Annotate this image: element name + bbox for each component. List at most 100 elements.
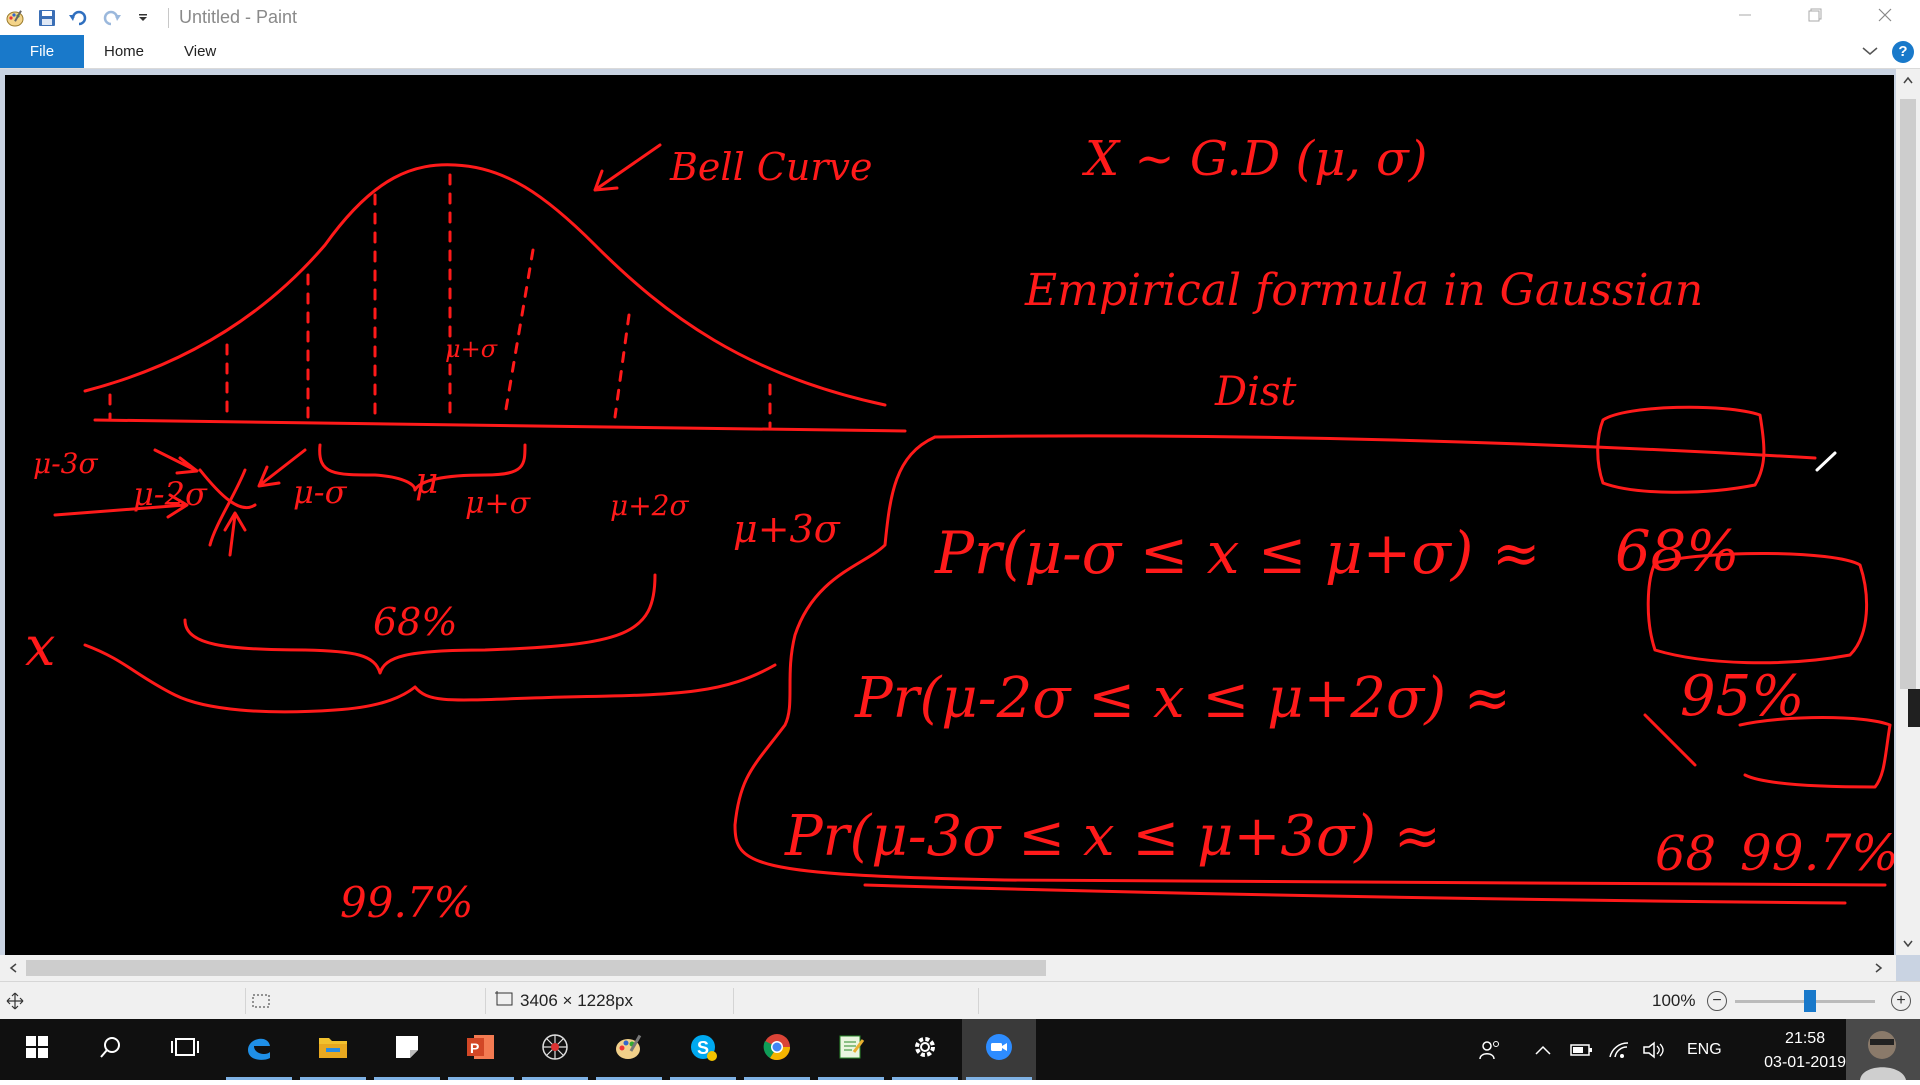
notepad-icon: [836, 1032, 866, 1067]
taskbar-clock[interactable]: 21:58 03-01-2019: [1764, 1027, 1846, 1075]
skype-icon: S: [688, 1032, 718, 1067]
gear-icon: [911, 1033, 939, 1066]
formula-3: Pr(μ-3σ ≤ x ≤ μ+3σ) ≈: [784, 804, 1441, 869]
workspace: Bell Curve X ~ G.D (μ, σ) Empirical form…: [0, 69, 1920, 981]
chrome-icon: [762, 1032, 792, 1067]
horizontal-scroll-thumb[interactable]: [26, 960, 1046, 976]
percent-68-label: 68%: [373, 600, 457, 644]
zoom-level: 100%: [1652, 991, 1696, 1010]
status-bar: 3406 × 1228px 100% − +: [0, 981, 1920, 1020]
status-divider: [733, 988, 734, 1014]
redo-icon[interactable]: [100, 7, 122, 29]
scroll-left-arrow[interactable]: [0, 955, 26, 981]
axis-label-mu-plus-2sigma: μ+2σ: [610, 489, 689, 522]
help-icon[interactable]: ?: [1892, 40, 1914, 63]
save-icon[interactable]: [36, 7, 58, 29]
task-view-button[interactable]: [148, 1019, 222, 1080]
taskbar-zoom[interactable]: [962, 1019, 1036, 1080]
ribbon-tabs: File Home View ?: [0, 35, 1920, 69]
image-size-icon: [494, 990, 514, 1013]
scroll-down-arrow[interactable]: [1896, 933, 1920, 955]
tab-home[interactable]: Home: [84, 35, 164, 68]
taskbar-paint[interactable]: [592, 1019, 666, 1080]
axis-label-mu: μ: [415, 461, 438, 502]
curve-baseline: [93, 418, 907, 433]
zoom-video-icon: [984, 1032, 1014, 1067]
status-divider: [978, 988, 979, 1014]
horizontal-scrollbar[interactable]: [0, 955, 1896, 981]
taskbar-settings[interactable]: [888, 1019, 962, 1080]
tab-view[interactable]: View: [164, 35, 236, 68]
taskbar-chrome[interactable]: [740, 1019, 814, 1080]
bell-curve: [83, 163, 887, 407]
chevron-down-icon[interactable]: [132, 7, 154, 29]
drawing-canvas[interactable]: Bell Curve X ~ G.D (μ, σ) Empirical form…: [5, 75, 1894, 955]
start-button[interactable]: [0, 1019, 74, 1080]
image-dimensions: 3406 × 1228px: [520, 991, 633, 1010]
formula-3-struck-value: 68: [1655, 826, 1716, 882]
clock-date: 03-01-2019: [1764, 1054, 1846, 1071]
x-variable-label: x: [25, 615, 55, 678]
taskbar-file-explorer[interactable]: [296, 1019, 370, 1080]
image-size-display: 3406 × 1228px: [494, 982, 633, 1020]
move-cursor-icon: [6, 982, 24, 1020]
scroll-right-arrow[interactable]: [1866, 955, 1892, 981]
paint-icon[interactable]: [4, 7, 26, 29]
chevron-up-icon[interactable]: [1862, 43, 1878, 61]
axis-label-mu-minus-sigma: μ-σ: [293, 473, 348, 511]
window-title: Untitled - Paint: [179, 7, 298, 27]
selection-size-icon: [250, 982, 272, 1020]
zoom-slider-thumb[interactable]: [1804, 990, 1816, 1012]
wifi-icon[interactable]: [1608, 1019, 1630, 1080]
powerpoint-icon: P: [466, 1032, 496, 1067]
tab-file[interactable]: File: [0, 35, 84, 68]
formula-1-result: 68%: [1615, 519, 1739, 584]
axis-label-mu-minus-3sigma: μ-3σ: [33, 447, 98, 480]
search-icon: [100, 1036, 122, 1063]
ribbon-right-controls: ?: [1862, 35, 1920, 68]
taskbar-powerpoint[interactable]: P: [444, 1019, 518, 1080]
people-icon[interactable]: [1478, 1019, 1502, 1080]
toolbar-separator: [168, 7, 169, 28]
axis-label-mu-minus-2sigma: μ-2σ: [133, 475, 208, 513]
axis-label-mu-plus-3sigma: μ+3σ: [733, 507, 841, 551]
close-icon: [1878, 8, 1892, 27]
side-panel-handle[interactable]: [1908, 689, 1920, 727]
restore-button[interactable]: [1780, 0, 1850, 35]
language-indicator[interactable]: ENG: [1687, 1019, 1722, 1080]
formula-2-result: 95%: [1680, 664, 1804, 729]
restore-icon: [1808, 8, 1822, 27]
window-controls: [1710, 0, 1920, 35]
chevron-up-tray-icon[interactable]: [1535, 1019, 1551, 1080]
distribution-notation: X ~ G.D (μ, σ): [1081, 131, 1427, 187]
scroll-up-arrow[interactable]: [1896, 69, 1920, 91]
windows-logo-icon: [26, 1036, 48, 1063]
taskbar-spider-app[interactable]: [518, 1019, 592, 1080]
vertical-scrollbar[interactable]: [1896, 69, 1920, 955]
vertical-scroll-thumb[interactable]: [1900, 99, 1916, 689]
zoom-out-button[interactable]: −: [1707, 991, 1727, 1011]
formula-1: Pr(μ-σ ≤ x ≤ μ+σ) ≈: [934, 519, 1540, 587]
taskbar-edge[interactable]: [222, 1019, 296, 1080]
quick-access-toolbar: [0, 0, 173, 35]
svg-text:P: P: [470, 1040, 479, 1056]
taskbar-notepad-app[interactable]: [814, 1019, 888, 1080]
minimize-icon: [1738, 8, 1752, 27]
clock-time: 21:58: [1785, 1030, 1826, 1047]
search-button[interactable]: [74, 1019, 148, 1080]
taskbar-skype[interactable]: S: [666, 1019, 740, 1080]
sticky-notes-icon: [394, 1034, 420, 1065]
taskbar-sticky-notes[interactable]: [370, 1019, 444, 1080]
battery-icon[interactable]: [1570, 1019, 1594, 1080]
close-button[interactable]: [1850, 0, 1920, 35]
percent-997-label: 99.7%: [340, 878, 473, 927]
minimize-button[interactable]: [1710, 0, 1780, 35]
folder-icon: [318, 1034, 348, 1065]
paint-palette-icon: [614, 1032, 644, 1067]
volume-icon[interactable]: [1642, 1019, 1666, 1080]
zoom-in-button[interactable]: +: [1891, 991, 1911, 1011]
formula-3-result: 99.7%: [1740, 824, 1894, 882]
status-divider: [485, 988, 486, 1014]
title-bar: Untitled - Paint: [0, 0, 1920, 35]
undo-icon[interactable]: [68, 7, 90, 29]
